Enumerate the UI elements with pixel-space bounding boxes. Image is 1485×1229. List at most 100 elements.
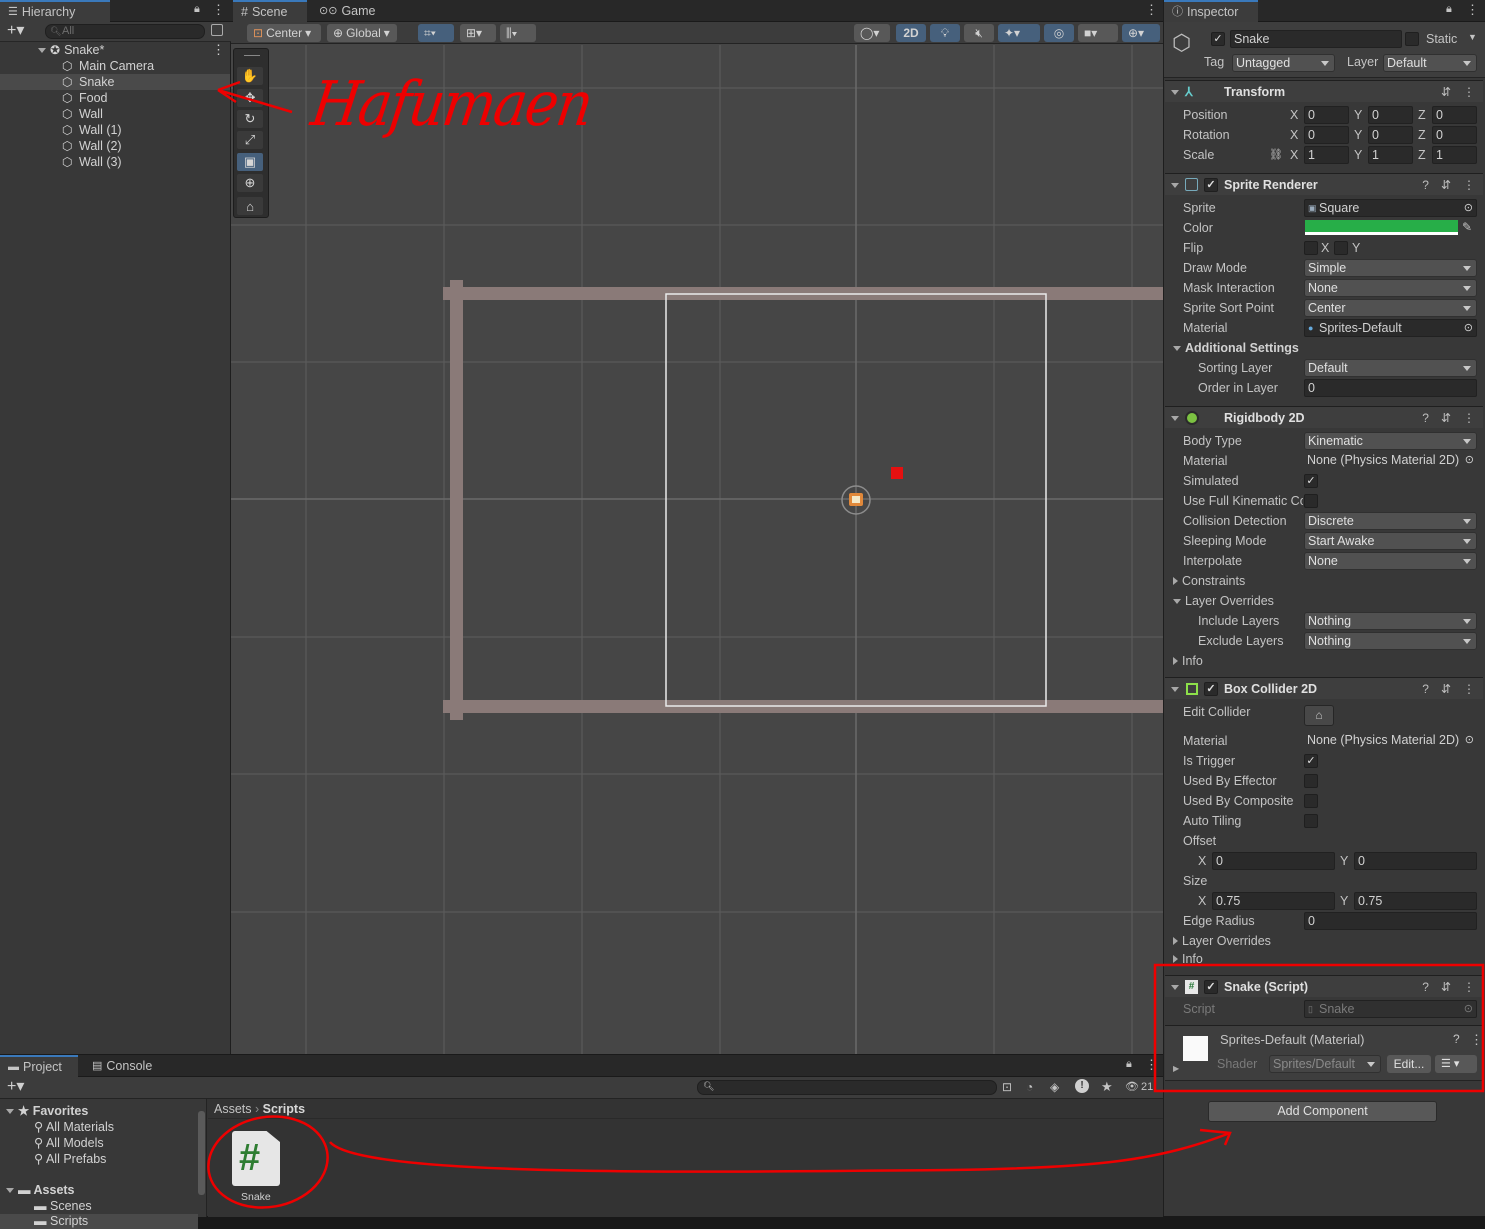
pivot-rotation-dropdown[interactable]: ⊕ Global ▾ [327,24,397,42]
script-header[interactable]: # ✓ Snake (Script) ? ⇵ ⋮ [1165,975,1483,997]
offset-x-field[interactable]: 0 [1212,852,1335,870]
hierarchy-item[interactable]: ⬡ Main Camera [0,58,230,74]
favorite-star-icon[interactable]: ★ [1101,1079,1113,1095]
box-collider-enabled-checkbox[interactable]: ✓ [1204,682,1218,696]
transform-tool-icon[interactable]: ⊕ [237,174,263,192]
is-trigger-checkbox[interactable]: ✓ [1304,754,1318,768]
constraints-foldout[interactable]: Constraints [1173,572,1245,590]
shader-edit-button[interactable]: Edit... [1387,1055,1431,1073]
folder-tree-scrollbar[interactable] [198,1111,205,1195]
settings-sliders-icon[interactable]: ⇵ [1441,407,1451,429]
effects-toggle[interactable]: ✦▾ [998,24,1040,42]
rotate-tool-icon[interactable]: ↻ [237,110,263,128]
csharp-script-icon[interactable]: # [232,1131,280,1186]
size-x-field[interactable]: 0.75 [1212,892,1335,910]
tab-console[interactable]: ▤ Console [84,1055,160,1077]
bc-info-foldout[interactable]: Info [1173,950,1203,968]
component-menu-icon[interactable]: ⋮ [1463,174,1475,196]
audio-toggle[interactable]: 🔇︎ [964,24,994,42]
rotation-z-axis-label[interactable]: Z [1418,126,1426,144]
increment-snap-button[interactable]: ⫼▾ [500,24,536,42]
move-tool-icon[interactable]: ✥ [237,89,263,107]
mask-interaction-dropdown[interactable]: None [1304,279,1477,297]
sprite-renderer-header[interactable]: ✓ Sprite Renderer ? ⇵ ⋮ [1165,173,1483,195]
scene-more-menu-icon[interactable]: ⋮ [1145,2,1158,18]
help-icon[interactable]: ? [1422,678,1429,700]
create-asset-icon[interactable]: +▾ [7,1078,24,1096]
tab-game[interactable]: ⊙⊙ Game [311,0,383,22]
component-menu-icon[interactable]: ⋮ [1463,81,1475,103]
rb-info-foldout[interactable]: Info [1173,652,1203,670]
rotation-x-field[interactable]: 0 [1304,126,1349,144]
breadcrumb-assets[interactable]: Assets [214,1102,252,1116]
pivot-mode-dropdown[interactable]: ⊡ Center ▾ [247,24,321,42]
assets-folder[interactable]: ▬ Assets [6,1183,75,1197]
breadcrumb-scripts[interactable]: Scripts [263,1102,305,1116]
more-menu-icon[interactable]: ⋮ [212,2,225,18]
edge-radius-field[interactable]: 0 [1304,912,1477,930]
tab-scene[interactable]: # Scene [233,0,307,22]
hand-tool-icon[interactable]: ✋ [237,67,263,85]
scene-root[interactable]: ✪ Snake* ⋮ [0,42,230,58]
position-z-axis-label[interactable]: Z [1418,106,1426,124]
scene-visibility-toggle[interactable]: ◎ [1044,24,1074,42]
eyedropper-icon[interactable]: ✎ [1462,220,1472,234]
sprite-renderer-enabled-checkbox[interactable]: ✓ [1204,178,1218,192]
scale-tool-icon[interactable]: ⤢ [237,131,263,149]
offset-y-field[interactable]: 0 [1354,852,1477,870]
tag-dropdown[interactable]: Untagged [1232,54,1335,72]
search-by-label-icon[interactable]: ◈ [1050,1080,1059,1094]
constrain-proportions-icon[interactable]: ⛓︎ [1269,148,1283,161]
rotation-y-axis-label[interactable]: Y [1354,126,1362,144]
full-kinematic-checkbox[interactable] [1304,494,1318,508]
script-enabled-checkbox[interactable]: ✓ [1204,980,1218,994]
inspector-lock-icon[interactable]: 🔒︎ [1446,3,1452,16]
hierarchy-item[interactable]: ⬡ Food [0,90,230,106]
food-sprite[interactable] [891,467,903,479]
inspector-more-icon[interactable]: ⋮ [1466,2,1479,18]
help-icon[interactable]: ? [1422,407,1429,429]
exclude-layers-dropdown[interactable]: Nothing [1304,632,1477,650]
object-picker-icon[interactable]: ⊙ [1464,452,1474,468]
grid-visibility-button[interactable]: ⊞▾ [460,24,496,42]
search-options-icon[interactable] [211,24,223,36]
settings-sliders-icon[interactable]: ⇵ [1441,678,1451,700]
tab-inspector[interactable]: ⓘ Inspector [1164,0,1258,22]
custom-tool-icon[interactable]: ⌂ [237,197,263,215]
project-search-input[interactable]: 🔍︎ [697,1080,997,1095]
hierarchy-item[interactable]: ⬡ Wall (3) [0,154,230,170]
scale-y-field[interactable]: 1 [1368,146,1413,164]
rotation-y-field[interactable]: 0 [1368,126,1413,144]
favorite-item[interactable]: ⚲ All Models [34,1135,104,1150]
help-icon[interactable]: ? [1422,976,1429,998]
hierarchy-item[interactable]: ⬡ Wall [0,106,230,122]
help-icon[interactable]: ? [1453,1032,1460,1046]
hierarchy-search-input[interactable]: 🔍︎ All [45,24,205,39]
palette-grip-icon[interactable] [244,55,260,56]
scale-y-axis-label[interactable]: Y [1354,146,1362,164]
wall-left[interactable] [450,280,463,720]
scale-x-field[interactable]: 1 [1304,146,1349,164]
static-checkbox[interactable] [1405,32,1419,46]
bc-material-field[interactable]: None (Physics Material 2D) ⊙ [1304,732,1477,750]
component-menu-icon[interactable]: ⋮ [1463,678,1475,700]
size-y-field[interactable]: 0.75 [1354,892,1477,910]
camera-settings-button[interactable]: ■▾ [1078,24,1118,42]
scale-z-axis-label[interactable]: Z [1418,146,1426,164]
search-by-importlog-icon[interactable]: ! [1075,1079,1089,1093]
component-menu-icon[interactable]: ⋮ [1463,976,1475,998]
hierarchy-item[interactable]: ⬡ Wall (1) [0,122,230,138]
component-menu-icon[interactable]: ⋮ [1463,407,1475,429]
toggle-2d-button[interactable]: 2D [896,24,926,42]
sprite-field[interactable]: ▣ Square ⊙ [1304,199,1477,217]
object-picker-icon[interactable]: ⊙ [1464,732,1474,748]
sort-point-dropdown[interactable]: Center [1304,299,1477,317]
include-layers-dropdown[interactable]: Nothing [1304,612,1477,630]
sorting-layer-dropdown[interactable]: Default [1304,359,1477,377]
shader-options-button[interactable]: ☰ ▾ [1435,1055,1477,1073]
rotation-z-field[interactable]: 0 [1432,126,1477,144]
collision-detection-dropdown[interactable]: Discrete [1304,512,1477,530]
auto-tiling-checkbox[interactable] [1304,814,1318,828]
tab-project[interactable]: ▬ Project [0,1055,78,1077]
interpolate-dropdown[interactable]: None [1304,552,1477,570]
